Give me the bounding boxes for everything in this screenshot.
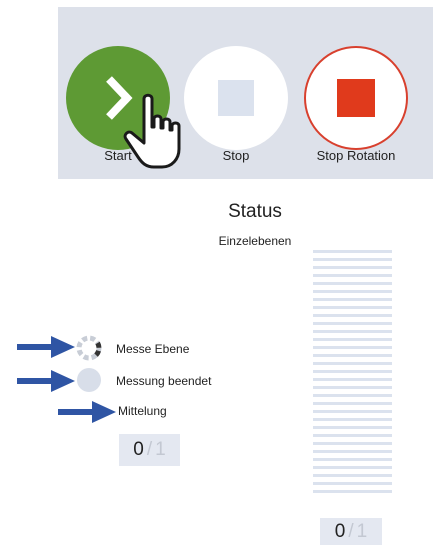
arrow-icon xyxy=(17,370,75,392)
level-bar xyxy=(313,282,392,285)
averaging-counter-current: 0 xyxy=(133,439,144,460)
stop-circle[interactable] xyxy=(184,46,288,150)
stop-rotation-circle[interactable] xyxy=(304,46,408,150)
level-counter-separator: / xyxy=(348,521,354,542)
status-subtitle: Einzelebenen xyxy=(218,234,292,248)
level-counter: 0/1 xyxy=(320,518,382,545)
arrow-icon xyxy=(58,401,116,423)
level-bar xyxy=(313,322,392,325)
level-bar xyxy=(313,290,392,293)
level-bar xyxy=(313,474,392,477)
stop-button[interactable]: Stop xyxy=(176,46,296,176)
stop-square-icon xyxy=(218,80,254,116)
level-bar xyxy=(313,314,392,317)
level-bar xyxy=(313,458,392,461)
level-bar xyxy=(313,258,392,261)
level-counter-current: 0 xyxy=(334,521,346,542)
level-bar xyxy=(313,482,392,485)
stop-rotation-label: Stop Rotation xyxy=(316,148,396,163)
stop-rotation-square-icon xyxy=(337,79,375,117)
level-bars xyxy=(313,250,392,498)
averaging-counter-separator: / xyxy=(146,439,153,460)
level-bar xyxy=(313,450,392,453)
level-bar xyxy=(313,306,392,309)
level-bar xyxy=(313,298,392,301)
dashed-circle-icon xyxy=(76,335,102,361)
level-bar xyxy=(313,370,392,373)
level-bar xyxy=(313,354,392,357)
legend-measuring-label: Messe Ebene xyxy=(116,342,190,356)
level-bar xyxy=(313,402,392,405)
level-bar xyxy=(313,250,392,253)
level-bar xyxy=(313,426,392,429)
level-bar xyxy=(313,418,392,421)
legend-finished-label: Messung beendet xyxy=(116,374,212,388)
stop-label: Stop xyxy=(222,148,250,163)
status-title: Status xyxy=(228,201,282,222)
legend-averaging-label: Mittelung xyxy=(118,404,167,418)
level-bar xyxy=(313,410,392,413)
level-bar xyxy=(313,466,392,469)
stop-rotation-button[interactable]: Stop Rotation xyxy=(296,46,416,176)
level-bar xyxy=(313,346,392,349)
filled-circle-icon xyxy=(77,368,101,392)
averaging-counter: 0/1 xyxy=(119,434,180,466)
level-bar xyxy=(313,490,392,493)
arrow-icon xyxy=(17,336,75,358)
level-bar xyxy=(313,362,392,365)
level-bar xyxy=(313,442,392,445)
level-bar xyxy=(313,330,392,333)
level-bar xyxy=(313,266,392,269)
hand-cursor-icon xyxy=(123,93,181,169)
level-bar xyxy=(313,386,392,389)
toolbar: Start Stop Stop Rotation xyxy=(58,7,433,179)
level-bar xyxy=(313,274,392,277)
averaging-counter-total: 1 xyxy=(155,439,166,460)
level-bar xyxy=(313,434,392,437)
level-bar xyxy=(313,378,392,381)
level-counter-total: 1 xyxy=(356,521,368,542)
level-bar xyxy=(313,394,392,397)
level-bar xyxy=(313,338,392,341)
